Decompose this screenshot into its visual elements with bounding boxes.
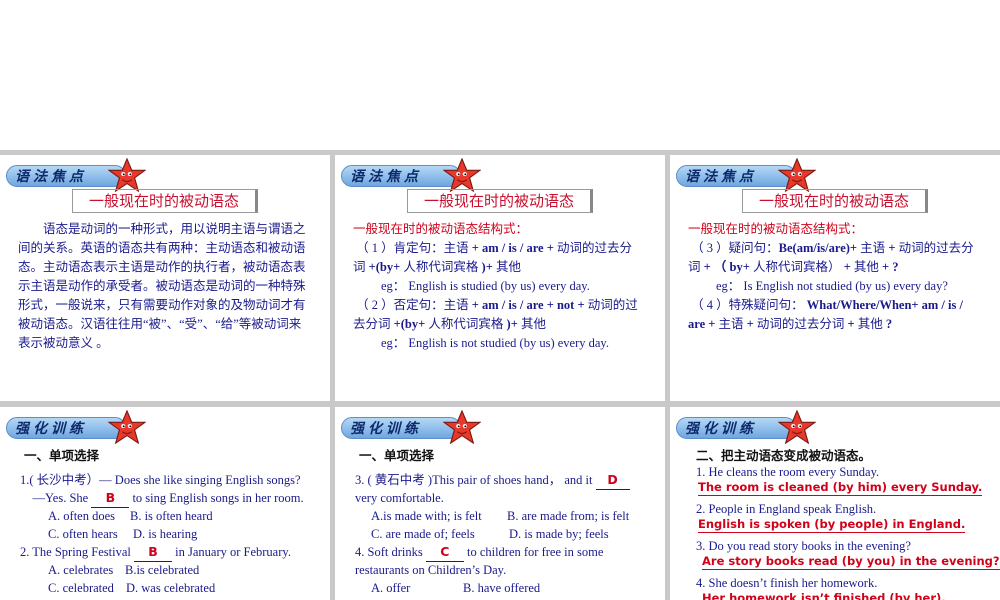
structure-label: 一般现在时的被动语态结构式： xyxy=(353,222,529,236)
section-heading: 一、单项选择 xyxy=(24,448,100,463)
slide-grid: 语法焦点 一般现在时的被动语态 语态是动词的一种形式，用以说明主语与谓语之 间的… xyxy=(0,150,1000,600)
negative-rule-cont: 去分词 +(by+ 人称代词宾格 )+ 其他 xyxy=(353,317,546,331)
answer-text: Her homework isn’t finished (by her). xyxy=(702,591,946,600)
question-rule: （ 3 ）疑问句：Be(am/is/are)+ 主语 + 动词的过去分 xyxy=(691,241,974,255)
paragraph-line: 示主语是动作的承受者。被动语态是动词的一种特殊 xyxy=(18,279,306,293)
option-b: B. is often heard xyxy=(130,509,213,523)
option-d: D. was celebrated xyxy=(126,581,216,595)
question-text: 4. She doesn’t finish her homework. xyxy=(696,576,878,590)
affirmative-rule: （ 1 ）肯定句：主语 + am / is / are + 动词的过去分 xyxy=(356,241,632,255)
answer-text: Are story books read (by you) in the eve… xyxy=(702,554,1000,570)
question-text: 3. ( 黄石中考 )This pair of shoes hand， and … xyxy=(355,471,630,490)
slide-grammar-structure-1[interactable]: 语法焦点 一般现在时的被动语态 一般现在时的被动语态结构式： （ 1 ）肯定句：… xyxy=(335,155,665,401)
question-example: eg： Is English not studied (by us) every… xyxy=(716,279,948,293)
slide-grammar-intro[interactable]: 语法焦点 一般现在时的被动语态 语态是动词的一种形式，用以说明主语与谓语之 间的… xyxy=(0,155,330,401)
paragraph-line: 表示被动意义 。 xyxy=(18,336,109,350)
slide-practice-1[interactable]: 强化训练 一、单项选择 1.( 长沙中考）— Does she like sin… xyxy=(0,407,330,600)
star-mascot-icon xyxy=(108,158,146,192)
paragraph-line: 语态是动词的一种形式，用以说明主语与谓语之 xyxy=(18,222,306,236)
negative-rule: （ 2 ）否定句：主语 + am / is / are + not + 动词的过 xyxy=(356,298,638,312)
slide-practice-3[interactable]: 强化训练 二、把主动语态变成被动语态。 1. He cleans the roo… xyxy=(670,407,1000,600)
structure-label: 一般现在时的被动语态结构式： xyxy=(688,222,864,236)
option-b: B. are made from; is felt xyxy=(507,509,630,523)
option-c: C. celebrated xyxy=(48,581,114,595)
slide-title: 一般现在时的被动语态 xyxy=(742,189,928,213)
negative-example: eg： English is not studied (by us) every… xyxy=(381,336,609,350)
option-a: A. celebrates xyxy=(48,563,114,577)
answer-blank: C xyxy=(425,543,464,562)
affirmative-rule-cont: 词 +(by+ 人称代词宾格 )+ 其他 xyxy=(353,260,521,274)
question-text: 2. The Spring Festival B in January or F… xyxy=(20,543,291,562)
option-b: B. have offered xyxy=(463,581,541,595)
answer-text: The room is cleaned (by him) every Sunda… xyxy=(698,480,983,496)
option-a: A.is made with; is felt xyxy=(371,509,482,523)
option-a: A. offer xyxy=(371,581,411,595)
star-mascot-icon xyxy=(443,158,481,192)
star-mascot-icon xyxy=(778,158,816,192)
question-text: 1.( 长沙中考）— Does she like singing English… xyxy=(20,473,301,487)
blank-header-area xyxy=(0,0,1000,150)
section-heading: 二、把主动语态变成被动语态。 xyxy=(696,448,872,463)
option-b: B.is celebrated xyxy=(125,563,200,577)
wh-question-rule: （ 4 ）特殊疑问句： What/Where/When+ am / is / xyxy=(691,298,963,312)
question-text: 1. He cleans the room every Sunday. xyxy=(696,465,880,479)
structure-text: 一般现在时的被动语态结构式： （ 1 ）肯定句：主语 + am / is / a… xyxy=(353,220,661,353)
option-c: C. often hears xyxy=(48,527,118,541)
option-d: D. is made by; feels xyxy=(509,527,609,541)
slide-grammar-structure-2[interactable]: 语法焦点 一般现在时的被动语态 一般现在时的被动语态结构式： （ 3 ）疑问句：… xyxy=(670,155,1000,401)
paragraph-line: 态。主动语态表示主语是动作的执行者，被动语态表 xyxy=(18,260,306,274)
affirmative-example: eg： English is studied (by us) every day… xyxy=(381,279,590,293)
paragraph-line: 被动语态。汉语往往用“被”、“受”、“给”等被动词来 xyxy=(18,317,302,331)
slide-practice-2[interactable]: 强化训练 一、单项选择 3. ( 黄石中考 )This pair of shoe… xyxy=(335,407,665,600)
question-text: very comfortable. xyxy=(355,491,444,505)
answer-text: English is spoken (by people) in England… xyxy=(698,517,966,533)
question-rule-cont: 词 + （ by+ 人称代词宾格） + 其他 + ? xyxy=(688,260,899,274)
question-text: 4. Soft drinks C to children for free in… xyxy=(355,543,603,562)
answer-blank: D xyxy=(595,471,630,490)
question-text: 2. People in England speak English. xyxy=(696,502,877,516)
slide-title: 一般现在时的被动语态 xyxy=(72,189,258,213)
answer-blank: B xyxy=(91,489,130,508)
answer-blank: B xyxy=(134,543,173,562)
question-text: restaurants on Children’s Day. xyxy=(355,563,507,577)
paragraph-line: 间的关系。英语的语态共有两种：主动语态和被动语 xyxy=(18,241,306,255)
star-mascot-icon xyxy=(778,410,816,444)
star-mascot-icon xyxy=(443,410,481,444)
definition-paragraph: 语态是动词的一种形式，用以说明主语与谓语之 间的关系。英语的语态共有两种：主动语… xyxy=(18,220,323,353)
wh-question-rule-cont: are + 主语 + 动词的过去分词 + 其他 ? xyxy=(688,317,893,331)
slide-title: 一般现在时的被动语态 xyxy=(407,189,593,213)
section-heading: 一、单项选择 xyxy=(359,448,435,463)
option-c: C. are made of; feels xyxy=(371,527,475,541)
option-a: A. often does xyxy=(48,509,115,523)
structure-text: 一般现在时的被动语态结构式： （ 3 ）疑问句：Be(am/is/are)+ 主… xyxy=(688,220,996,334)
option-d: D. is hearing xyxy=(133,527,198,541)
question-text: —Yes. She B to sing English songs in her… xyxy=(20,489,304,508)
question-text: 3. Do you read story books in the evenin… xyxy=(696,539,911,553)
star-mascot-icon xyxy=(108,410,146,444)
paragraph-line: 形式，一般说来，只有需要动作对象的及物动词才有 xyxy=(18,298,306,312)
